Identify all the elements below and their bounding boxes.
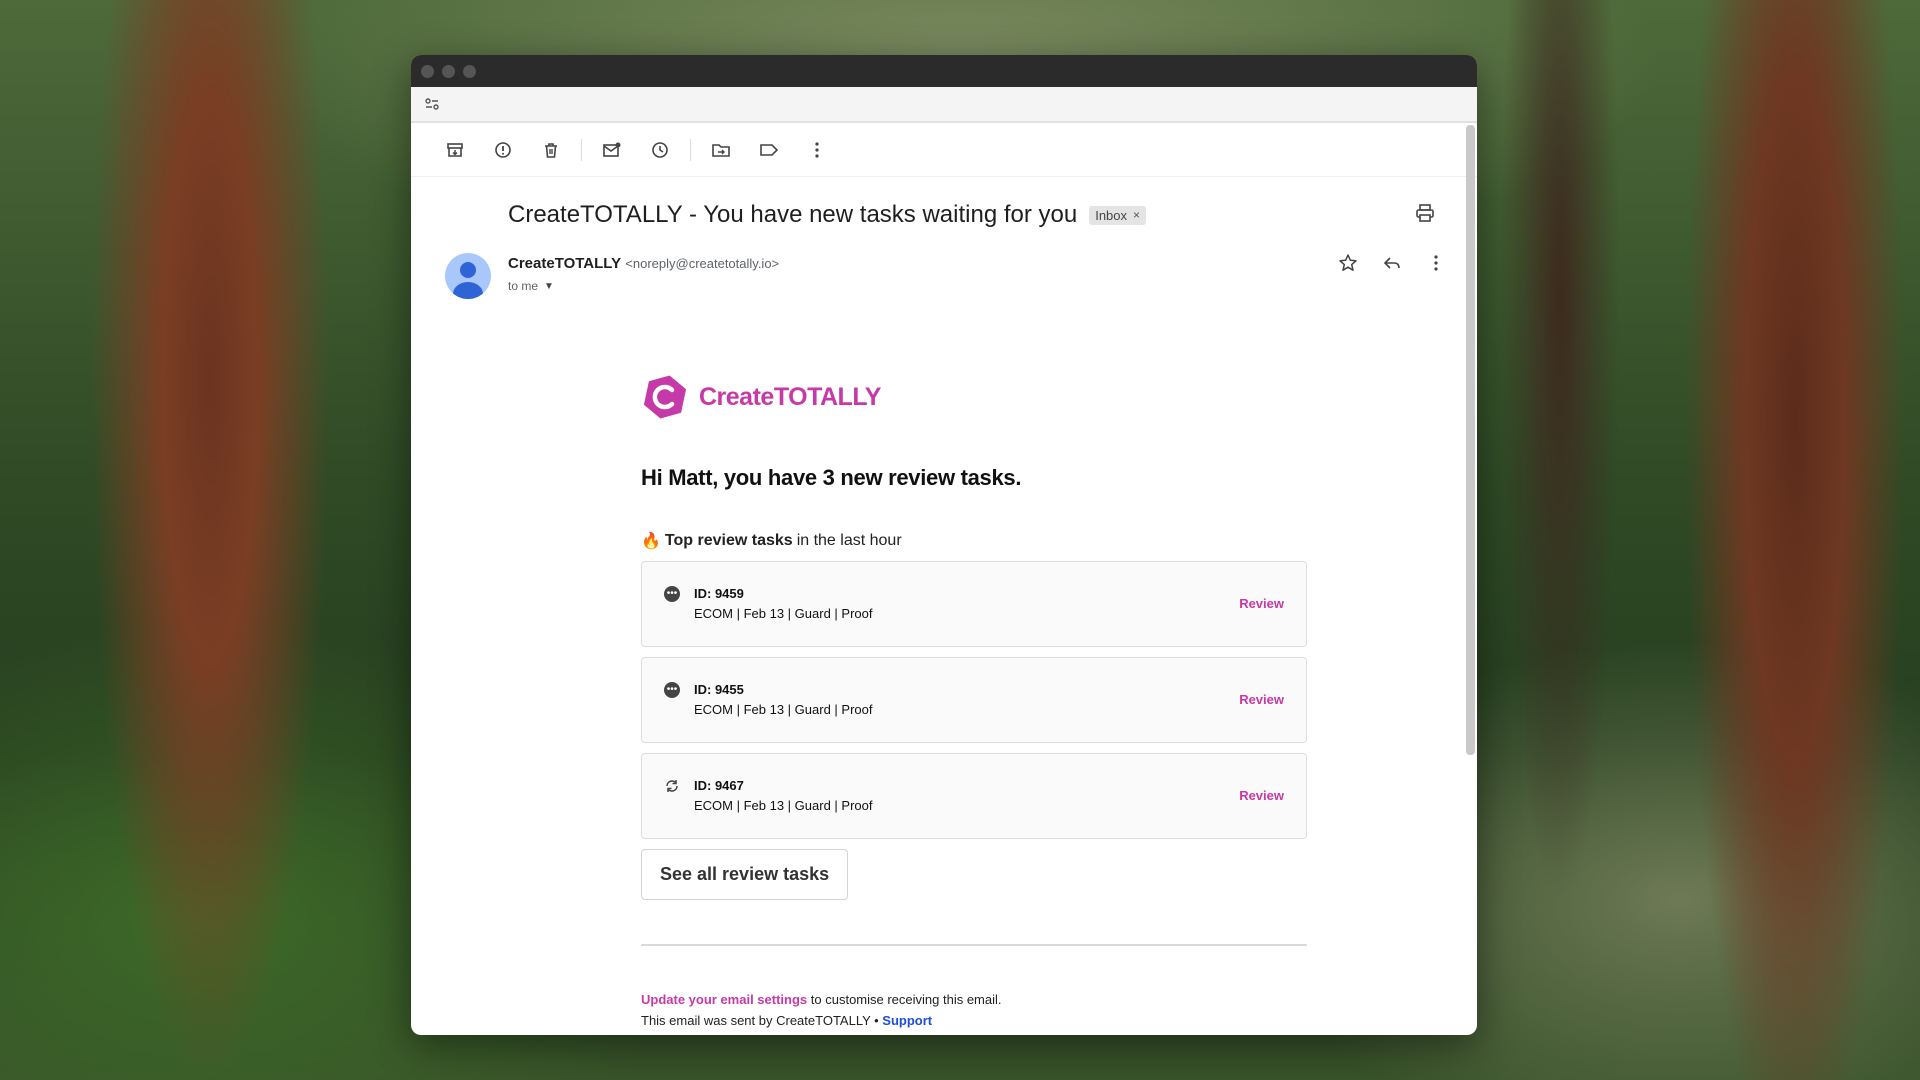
print-icon[interactable] (1415, 203, 1435, 229)
greeting-heading: Hi Matt, you have 3 new review tasks. (641, 465, 1022, 490)
move-to-icon[interactable] (697, 130, 745, 170)
email-body: CreateTOTALLY Hi Matt, you have 3 new re… (641, 373, 1307, 1028)
window-titlebar (411, 55, 1477, 87)
label-icon[interactable] (745, 130, 793, 170)
top-tasks-rest: in the last hour (796, 532, 902, 549)
reply-icon[interactable] (1381, 253, 1403, 279)
minimize-window-button[interactable] (442, 64, 455, 78)
createtotally-logo-icon (641, 373, 689, 421)
snooze-icon[interactable] (636, 130, 684, 170)
footer-settings-line: Update your email settings to customise … (641, 992, 1307, 1007)
site-controls-icon[interactable] (421, 93, 443, 115)
more-vert-icon[interactable] (793, 130, 841, 170)
review-link[interactable]: Review (1239, 596, 1284, 611)
task-card: ••• ID: 9459 ECOM | Feb 13 | Guard | Pro… (641, 561, 1307, 647)
task-meta: ECOM | Feb 13 | Guard | Proof (694, 606, 873, 621)
archive-icon[interactable] (431, 130, 479, 170)
scrollbar[interactable] (1466, 125, 1475, 755)
task-meta: ECOM | Feb 13 | Guard | Proof (694, 702, 873, 717)
footer-sent-by-line: This email was sent by CreateTOTALLY • S… (641, 1013, 1307, 1028)
sender-name: CreateTOTALLY (508, 255, 622, 272)
message-actions (1337, 253, 1447, 279)
report-spam-icon[interactable] (479, 130, 527, 170)
toolbar-divider (690, 138, 691, 161)
close-window-button[interactable] (421, 64, 434, 78)
footer-sent-by-text: This email was sent by CreateTOTALLY • (641, 1013, 883, 1028)
review-link[interactable]: Review (1239, 692, 1284, 707)
task-card: ••• ID: 9455 ECOM | Feb 13 | Guard | Pro… (641, 657, 1307, 743)
toolbar-divider (581, 138, 582, 161)
sync-icon (664, 778, 680, 794)
remove-label-icon[interactable]: × (1133, 208, 1140, 222)
review-link[interactable]: Review (1239, 788, 1284, 803)
email-view: CreateTOTALLY - You have new tasks waiti… (411, 123, 1477, 1035)
brand-header: CreateTOTALLY (641, 373, 1307, 421)
top-tasks-heading: 🔥 Top review tasks in the last hour (641, 531, 1307, 551)
brand-name: CreateTOTALLY (699, 382, 881, 411)
footer-divider (641, 944, 1307, 946)
task-meta: ECOM | Feb 13 | Guard | Proof (694, 798, 873, 813)
mark-unread-icon[interactable] (588, 130, 636, 170)
sender-avatar[interactable] (445, 253, 491, 299)
footer-settings-text: to customise receiving this email. (807, 992, 1002, 1007)
delete-icon[interactable] (527, 130, 575, 170)
support-link[interactable]: Support (882, 1013, 932, 1028)
task-card: ID: 9467 ECOM | Feb 13 | Guard | Proof R… (641, 753, 1307, 839)
pending-icon: ••• (664, 586, 680, 602)
pending-icon: ••• (664, 682, 680, 698)
browser-tabbar (411, 87, 1477, 123)
subject-row: CreateTOTALLY - You have new tasks waiti… (508, 201, 1147, 229)
label-chip-inbox[interactable]: Inbox × (1089, 205, 1147, 225)
email-subject: CreateTOTALLY - You have new tasks waiti… (508, 201, 1078, 228)
see-all-review-tasks-button[interactable]: See all review tasks (641, 849, 849, 900)
more-vert-icon[interactable] (1425, 253, 1447, 279)
task-id: ID: 9459 (694, 586, 744, 601)
recipient-text: to me (508, 279, 539, 293)
task-id: ID: 9455 (694, 682, 744, 697)
task-id: ID: 9467 (694, 778, 744, 793)
email-toolbar (411, 123, 1477, 177)
chevron-down-icon[interactable]: ▼ (544, 281, 554, 292)
avatar-head-shape (460, 262, 476, 278)
top-tasks-bold: Top review tasks (664, 532, 793, 549)
avatar-body-shape (453, 282, 483, 299)
browser-window: CreateTOTALLY - You have new tasks waiti… (411, 55, 1477, 1035)
label-chip-text: Inbox (1095, 207, 1128, 223)
email-settings-link[interactable]: Update your email settings (641, 992, 807, 1007)
star-icon[interactable] (1337, 253, 1359, 279)
fire-icon: 🔥 (641, 533, 661, 550)
sender-line: CreateTOTALLY <noreply@createtotally.io> (508, 255, 779, 272)
recipient-details[interactable]: to me ▼ (508, 279, 554, 293)
sender-email: <noreply@createtotally.io> (625, 256, 780, 271)
maximize-window-button[interactable] (463, 64, 476, 78)
